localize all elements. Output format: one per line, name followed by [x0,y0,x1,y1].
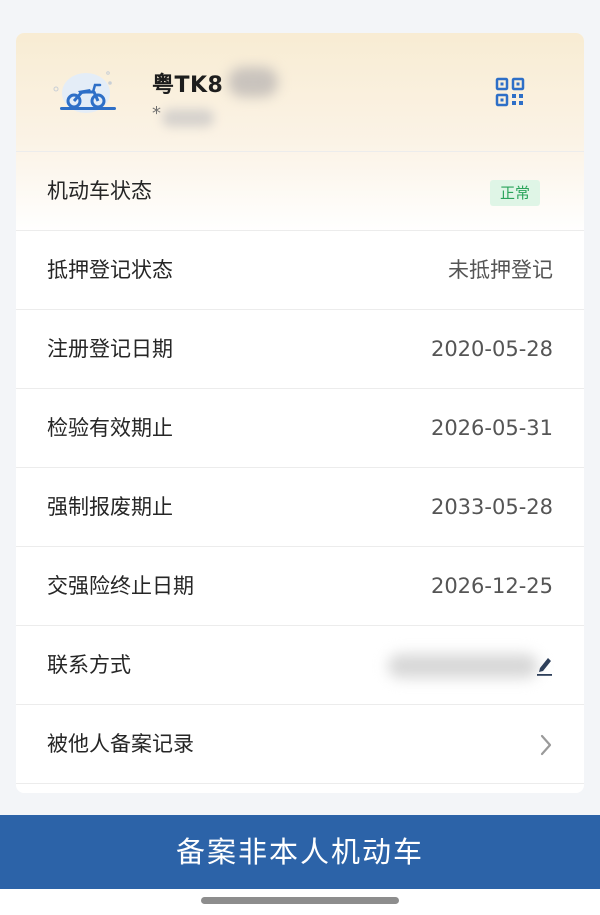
row-inspection-expiry: 检验有效期止 2026-05-31 [16,388,584,467]
row-value: 2026-12-25 [430,574,553,598]
row-label: 注册登记日期 [47,337,173,361]
row-vehicle-status: 机动车状态 正常 [16,151,584,230]
owner-redaction [162,109,214,127]
row-insurance-expiry: 交强险终止日期 2026-12-25 [16,546,584,625]
row-label: 联系方式 [47,653,131,677]
row-value: 未抵押登记 [448,258,553,282]
contact-redaction [388,654,538,678]
status-badge: 正常 [489,180,540,206]
row-label: 检验有效期止 [47,416,173,440]
row-value: 2033-05-28 [430,495,553,519]
owner-name: * [152,103,161,124]
row-mortgage-status: 抵押登记状态 未抵押登记 [16,230,584,309]
edit-icon[interactable] [534,654,554,676]
license-plate: 粤TK8 [152,73,224,98]
vehicle-detail-list: 机动车状态 正常 抵押登记状态 未抵押登记 注册登记日期 2020-05-28 … [16,151,584,784]
list-end-divider [16,783,584,784]
row-label: 被他人备案记录 [47,732,194,756]
qr-code-icon[interactable] [495,77,525,107]
row-registration-date: 注册登记日期 2020-05-28 [16,309,584,388]
row-label: 强制报废期止 [47,495,173,519]
vehicle-header: 粤TK8 * [16,33,584,151]
row-label: 交强险终止日期 [47,574,194,598]
row-label: 机动车状态 [47,179,152,203]
motorcycle-icon [53,71,116,113]
row-label: 抵押登记状态 [47,258,173,282]
row-filing-records[interactable]: 被他人备案记录 [16,704,584,783]
plate-redaction [228,67,278,97]
row-scrap-deadline: 强制报废期止 2033-05-28 [16,467,584,546]
row-value: 2026-05-31 [430,416,553,440]
row-value: 2020-05-28 [430,337,553,361]
row-contact[interactable]: 联系方式 [16,625,584,704]
chevron-right-icon [540,734,552,756]
vehicle-info-card: 粤TK8 * 机动车状态 正常 抵押登记状态 未抵押登记 注册登记日期 2020… [16,33,584,793]
home-indicator [201,897,399,904]
register-non-owned-vehicle-button[interactable]: 备案非本人机动车 [0,815,600,889]
